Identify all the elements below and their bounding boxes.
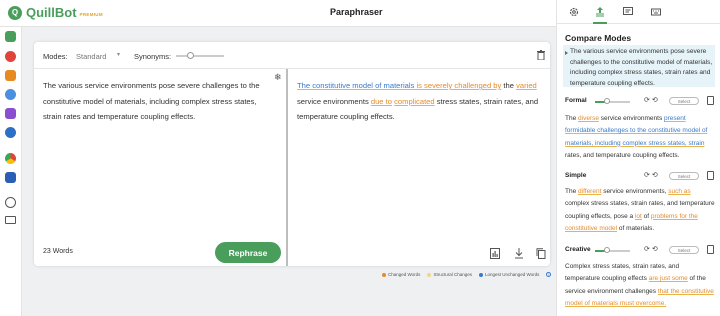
formal-result-text: The diverse service environments present… [565,113,715,162]
legend-changed-label: Changed Words [388,272,421,277]
compare-modes-title: Compare Modes [565,33,632,43]
logo[interactable]: Q QuillBot PREMIUM [8,5,103,20]
freeze-words-icon[interactable]: ❄ [274,72,282,83]
keyboard-icon[interactable] [651,7,661,17]
simple-copy-icon[interactable] [707,171,714,180]
unchanged-words[interactable]: The constitutive model of materials [297,81,416,90]
color-legend: Changed Words Structural Changes Longest… [382,272,552,277]
mode-row-formal: Formal ⟳⟲ Select [565,96,715,108]
formal-level-slider[interactable] [595,101,630,103]
compare-modes-icon[interactable] [595,7,605,17]
paraphraser-editor: Modes: Standard ▾ Synonyms: The various … [34,42,550,266]
text-segment: rates, and temperature coupling effects. [565,151,680,159]
word-addin-icon[interactable] [5,172,16,183]
creative-select-button[interactable]: Select [669,246,699,254]
logo-text: QuillBot [26,5,77,20]
mode-name-formal: Formal [565,97,587,104]
legend-changed-words: Changed Words [382,272,420,277]
text-segment: service environments, [601,188,669,195]
formal-level-handle[interactable] [604,98,611,104]
co-writer-icon[interactable] [5,89,16,100]
simple-select-button[interactable]: Select [669,172,699,180]
word-count: 23 Words [43,248,73,255]
structural-changes-dot [427,272,432,277]
unchanged-words-dot [478,272,483,277]
text-segment: the [501,81,517,90]
rephrase-button[interactable]: Rephrase [215,242,281,263]
changed-words[interactable]: is severely challenged by [416,81,501,90]
modes-label: Modes: [43,52,68,61]
changed-words[interactable]: are just some [649,275,688,282]
legend-unchanged-label: Longest Unchanged Words [484,272,540,277]
chrome-extension-icon[interactable] [5,153,16,164]
comments-icon[interactable] [623,7,633,17]
citation-generator-icon[interactable] [5,127,16,138]
left-sidebar [0,27,22,316]
text-segment: The [565,188,579,195]
settings-gear-icon[interactable] [569,7,579,17]
synonyms-label: Synonyms: [134,52,172,61]
legend-structural-changes: Structural Changes [427,272,472,277]
legend-structural-label: Structural Changes [433,272,472,277]
changed-words[interactable]: such as [668,188,690,195]
premium-badge: PREMIUM [79,12,103,17]
copy-icon[interactable] [536,248,546,259]
creative-level-handle[interactable] [604,247,611,253]
changed-words[interactable]: complicated [394,97,435,106]
creative-result-text: Complex stress states, strain rates, and… [565,261,715,310]
mode-name-creative: Creative [565,246,591,253]
mail-icon[interactable] [5,216,16,224]
mode-name-simple: Simple [565,172,587,179]
synonyms-slider-handle[interactable] [187,52,194,59]
text-segment: of [641,212,651,220]
formal-copy-icon[interactable] [707,96,714,105]
synonyms-slider-track[interactable] [176,55,224,57]
mode-dropdown[interactable]: Standard [76,52,106,61]
legend-unchanged-words: Longest Unchanged Words [478,272,540,277]
text-segment: of materials. [617,224,655,232]
output-text[interactable]: The constitutive model of materials is s… [297,78,543,125]
top-bar: Q QuillBot PREMIUM Paraphraser [0,0,556,27]
trash-icon[interactable] [537,50,545,60]
changed-words[interactable]: diverse [578,115,599,122]
changed-words-dot [382,272,386,277]
formal-refresh-undo-icons[interactable]: ⟳⟲ [644,96,660,104]
input-textarea[interactable]: The various service environments pose se… [43,78,275,125]
paraphraser-icon[interactable] [5,31,16,42]
plagiarism-checker-icon[interactable] [5,70,16,81]
compare-panel: Compare Modes The various service enviro… [556,0,720,316]
right-panel-tabs [557,0,720,24]
active-tab-indicator [593,22,607,24]
help-icon[interactable] [5,197,16,208]
page-title: Paraphraser [330,7,383,17]
changed-words[interactable]: due to [371,97,392,106]
formal-select-button[interactable]: Select [669,97,699,105]
creative-copy-icon[interactable] [707,245,714,254]
creative-level-slider[interactable] [595,250,630,252]
mode-row-simple: Simple ⟳⟲ Select [565,171,715,183]
text-segment: service environments [297,96,371,106]
simple-result-text: The different service environments, such… [565,186,715,235]
text-segment: service environments [598,115,665,122]
summarizer-icon[interactable] [5,108,16,119]
changed-words[interactable]: different [578,188,601,195]
creative-refresh-undo-icons[interactable]: ⟳⟲ [644,245,660,253]
changed-words[interactable]: lot [635,213,642,220]
original-text-preview: The various service environments pose se… [563,45,715,87]
changed-words[interactable]: varied [516,81,537,90]
text-segment: The [565,115,579,122]
statistics-icon[interactable] [490,248,500,259]
grammar-checker-icon[interactable] [5,51,16,62]
pane-divider[interactable] [286,69,288,266]
info-icon[interactable]: i [546,272,552,277]
chevron-down-icon[interactable]: ▾ [117,51,120,58]
mode-row-creative: Creative ⟳⟲ Select [565,245,715,257]
download-icon[interactable] [514,248,524,259]
unchanged-words[interactable]: strain [687,140,705,147]
quillbot-logo-icon: Q [8,5,22,20]
simple-refresh-undo-icons[interactable]: ⟳⟲ [644,171,660,179]
editor-toolbar: Modes: Standard ▾ Synonyms: [34,42,550,69]
